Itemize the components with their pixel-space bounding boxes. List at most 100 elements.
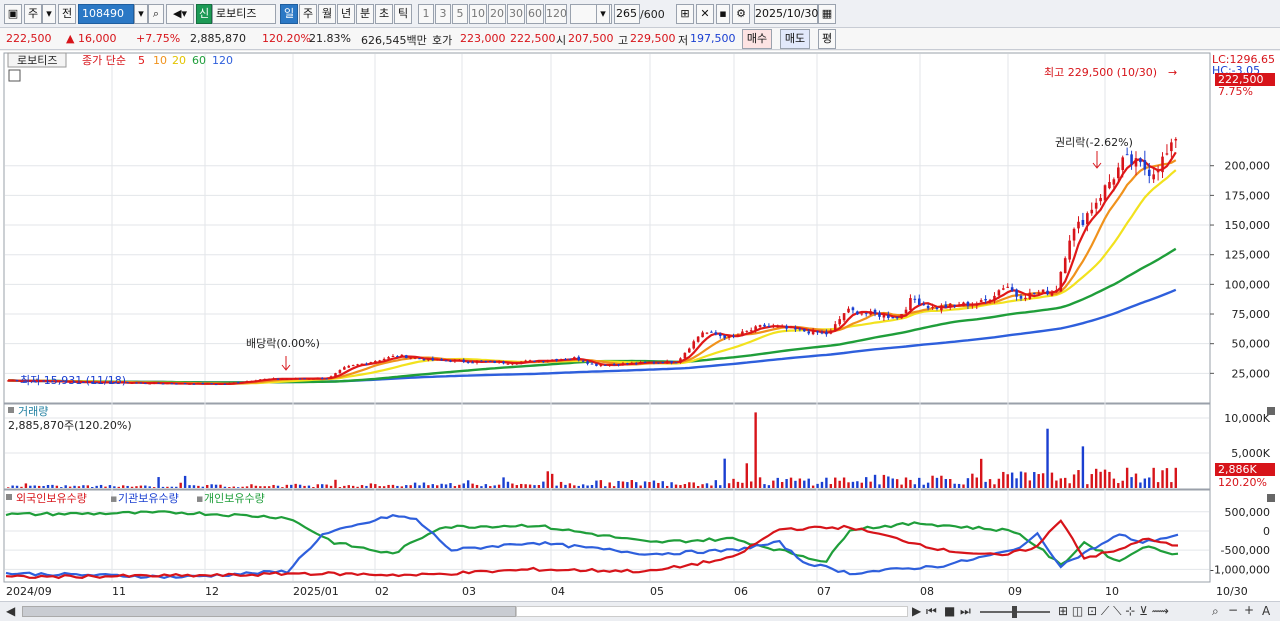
candle-icon[interactable]: ⊞ xyxy=(676,4,694,24)
candle-body xyxy=(188,383,191,385)
interval-tab-3[interactable]: 3 xyxy=(435,4,451,24)
interval-tab-10[interactable]: 10 xyxy=(469,4,487,24)
candle-body xyxy=(356,364,359,366)
volume-bar xyxy=(104,486,107,488)
volume-bar xyxy=(789,477,793,488)
candle-body xyxy=(413,357,417,359)
volume-bar xyxy=(758,477,762,488)
zoom-icon[interactable]: ⌕ xyxy=(1212,604,1219,619)
chart-area[interactable]: 200,000 175,000 150,000 125,000 100,000 75,00… xyxy=(0,51,1280,601)
candle-body xyxy=(161,383,165,385)
candle-body xyxy=(878,312,881,317)
candle-body xyxy=(440,358,443,361)
interval-tab-20[interactable]: 20 xyxy=(488,4,506,24)
volume-close-icon[interactable] xyxy=(1267,407,1275,415)
y-tick-label: 200,000 xyxy=(1225,160,1271,173)
prev-button[interactable]: 전 xyxy=(58,4,76,24)
table-icon[interactable] xyxy=(8,69,21,82)
candle-body xyxy=(205,383,209,385)
volume-bar xyxy=(183,475,187,488)
period-tab-2[interactable]: 월 xyxy=(318,4,336,24)
period-tab-6[interactable]: 틱 xyxy=(394,4,412,24)
gear-icon[interactable]: ⚙ xyxy=(732,4,750,24)
candle-body xyxy=(1134,158,1138,167)
candle-body xyxy=(581,360,585,362)
tool-icons[interactable]: ⊞ ◫ ⊡ ⟋ ⟍ ⊹ ⊻ ⟿ xyxy=(1058,604,1169,619)
interval-tab-120[interactable]: 120 xyxy=(545,4,567,24)
scroll-left-icon[interactable]: ◀ xyxy=(6,604,15,618)
price-info-bar: 222,500 ▲ 16,000 +7.75% 2,885,870 120.20… xyxy=(0,28,1280,50)
market-button[interactable]: 주 xyxy=(24,4,42,24)
volume-bar xyxy=(1165,468,1169,488)
sound-icon[interactable]: ◀▾ xyxy=(166,4,194,24)
volume-bar xyxy=(458,484,461,488)
period-tab-5[interactable]: 초 xyxy=(375,4,393,24)
candle-body xyxy=(550,359,554,361)
zoom-out-icon[interactable]: − xyxy=(1228,603,1238,617)
scroll-track[interactable] xyxy=(516,606,908,617)
market-dropdown-icon[interactable]: ▾ xyxy=(42,4,56,24)
volume-bar xyxy=(334,479,337,488)
volume-bar xyxy=(1064,477,1067,488)
buy-button[interactable]: 매수 xyxy=(742,29,772,49)
layout-icon[interactable]: ▣ xyxy=(4,4,22,24)
volume-bar xyxy=(692,482,695,488)
scroll-thumb[interactable] xyxy=(22,606,516,617)
period-tab-4[interactable]: 분 xyxy=(356,4,374,24)
period-tab-0[interactable]: 일 xyxy=(280,4,298,24)
volume-bar xyxy=(214,484,218,488)
holdings-close-icon[interactable] xyxy=(1267,494,1275,502)
scroll-right-icon[interactable]: ▶ xyxy=(912,604,921,618)
volume-bar xyxy=(329,485,333,488)
candle-body xyxy=(179,383,182,385)
rewind-icon[interactable]: ⏮ xyxy=(926,604,937,619)
candle-body xyxy=(904,309,908,314)
volume-bar xyxy=(1033,472,1036,488)
volume-bar xyxy=(1086,484,1089,488)
period-tab-3[interactable]: 년 xyxy=(337,4,355,24)
interval-tab-1[interactable]: 1 xyxy=(418,4,434,24)
date-input[interactable]: 2025/10/30 xyxy=(754,4,818,24)
code-dropdown-icon[interactable]: ▾ xyxy=(134,4,148,24)
avg-button[interactable]: 평 xyxy=(818,29,836,49)
stop-icon[interactable]: ■ xyxy=(944,604,955,618)
chart-svg[interactable]: 200,000 175,000 150,000 125,000 100,000 75,00… xyxy=(0,51,1280,601)
volume-bar xyxy=(767,485,771,488)
forward-icon[interactable]: ⏭ xyxy=(960,604,971,619)
candle-body xyxy=(1094,202,1098,209)
interval-tab-5[interactable]: 5 xyxy=(452,4,468,24)
sell-button[interactable]: 매도 xyxy=(780,29,810,49)
candle-body xyxy=(400,354,404,357)
stock-name[interactable]: 로보티즈 xyxy=(212,4,276,24)
interval-tab-30[interactable]: 30 xyxy=(507,4,525,24)
count-input[interactable]: 265 xyxy=(614,4,640,24)
candle-body xyxy=(347,365,351,368)
interval-tab-60[interactable]: 60 xyxy=(526,4,544,24)
volume-bar xyxy=(944,478,948,488)
period-tab-1[interactable]: 주 xyxy=(299,4,317,24)
calendar-icon[interactable]: ▦ xyxy=(818,4,836,24)
search-icon[interactable]: ⌕ xyxy=(148,4,164,24)
zoom-slider-handle[interactable] xyxy=(1012,606,1017,618)
save-icon[interactable]: ▪ xyxy=(716,4,730,24)
legend-sep-2: ▪ xyxy=(196,492,203,505)
volume-bar xyxy=(431,484,434,488)
candle-body xyxy=(466,362,470,364)
bottom-scrollbar[interactable]: ◀ ▶ ⏮ ■ ⏭ ⊞ ◫ ⊡ ⟋ ⟍ ⊹ ⊻ ⟿ ⌕ − + A xyxy=(0,601,1280,621)
candle-body xyxy=(988,299,992,302)
last-pct-label: 7.75% xyxy=(1218,85,1253,98)
volume-bar xyxy=(537,485,541,488)
candle-body xyxy=(864,312,868,314)
volume-bar xyxy=(117,486,120,488)
stock-code-input[interactable]: 108490 xyxy=(78,4,134,24)
interval-dropdown-icon[interactable]: ▾ xyxy=(596,4,610,24)
volume-bar xyxy=(851,481,855,488)
crosshair-icon[interactable]: ✕ xyxy=(696,4,714,24)
volume-bar xyxy=(736,481,740,488)
last-volume-pct: 120.20% xyxy=(1218,476,1267,489)
x-axis: 2024/09 11 12 2025/01 02 03 04 05 06 07 08 09 10 10/3… xyxy=(6,585,1248,598)
x-tick-label: 02 xyxy=(375,585,389,598)
zoom-in-icon[interactable]: + xyxy=(1244,603,1254,617)
volume-bar xyxy=(245,486,249,488)
text-tool-icon[interactable]: A xyxy=(1262,604,1270,618)
